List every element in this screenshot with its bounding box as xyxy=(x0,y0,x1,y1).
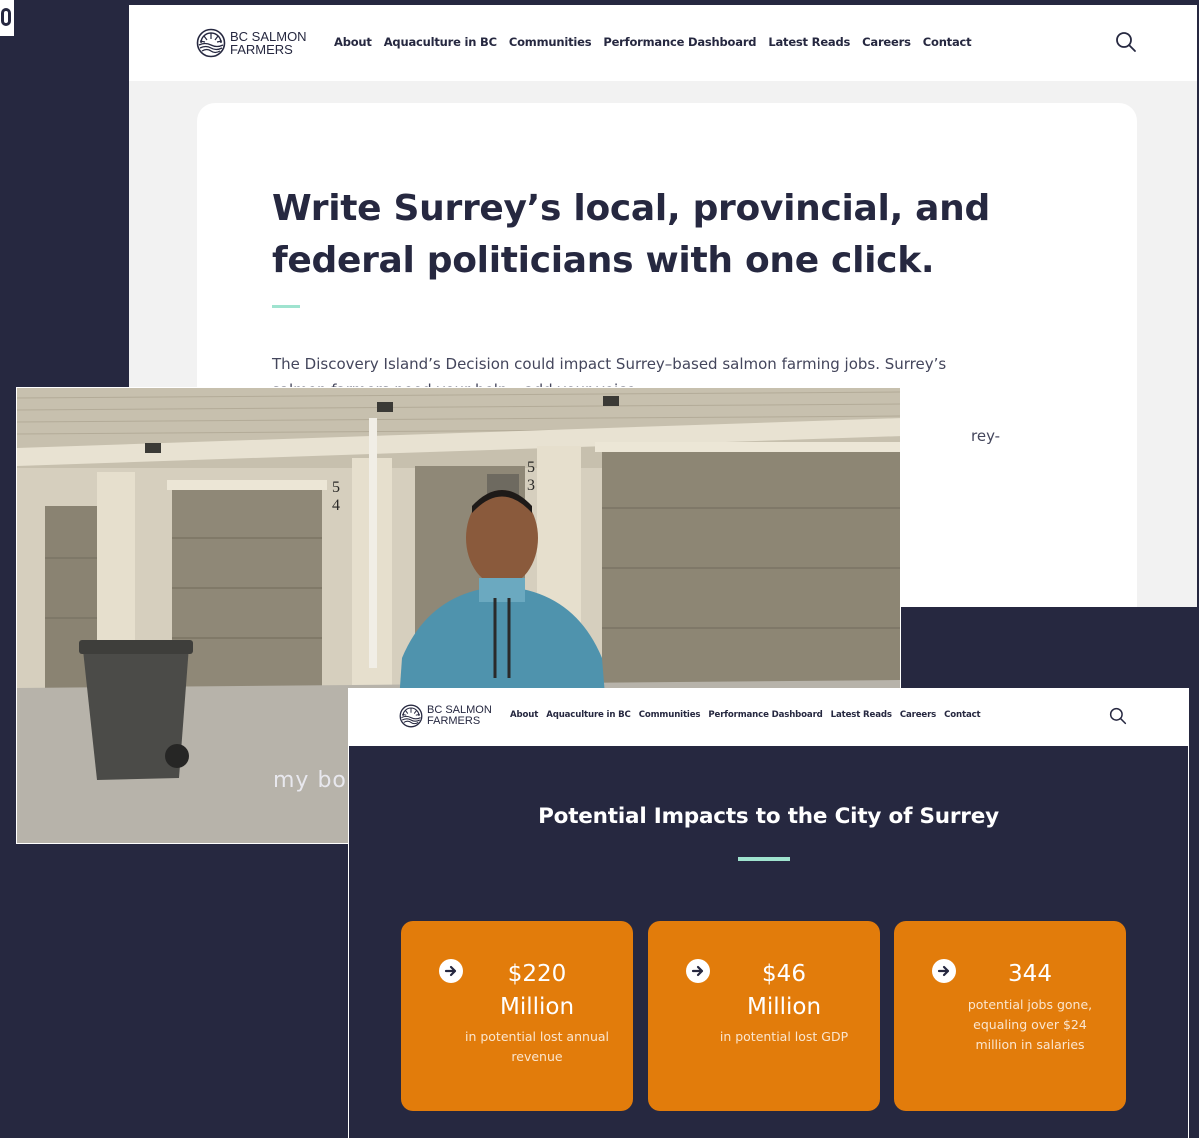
search-button[interactable] xyxy=(1109,707,1127,729)
nav-item-contact[interactable]: Contact xyxy=(923,35,972,49)
site-header: BC SALMON FARMERS About Aquaculture in B… xyxy=(349,688,1188,746)
nav-item-about[interactable]: About xyxy=(510,710,538,720)
main-nav: About Aquaculture in BC Communities Perf… xyxy=(510,710,981,720)
impacts-title: Potential Impacts to the City of Surrey xyxy=(538,804,999,829)
stat-value: 344 xyxy=(954,958,1106,991)
nav-item-communities[interactable]: Communities xyxy=(509,35,592,49)
nav-item-careers[interactable]: Careers xyxy=(900,710,936,720)
arrow-right-circle-icon xyxy=(686,959,710,983)
stat-value-amount: $46 xyxy=(762,961,806,987)
brand-wordmark: BC SALMON FARMERS xyxy=(230,30,307,56)
stat-value: $46 Million xyxy=(708,958,860,1024)
stat-card-jobs[interactable]: 344 potential jobs gone, equaling over $… xyxy=(894,921,1126,1111)
brand-line2: FARMERS xyxy=(427,715,481,727)
stat-description: potential jobs gone, equaling over $24 m… xyxy=(967,997,1093,1052)
salmon-sunrise-logo-icon xyxy=(196,28,226,58)
svg-text:4: 4 xyxy=(332,497,340,514)
svg-text:5: 5 xyxy=(332,479,340,496)
brand-logo[interactable]: BC SALMON FARMERS xyxy=(196,28,307,58)
nav-item-about[interactable]: About xyxy=(334,35,372,49)
nav-item-contact[interactable]: Contact xyxy=(944,710,981,720)
search-icon xyxy=(1109,707,1127,725)
stat-value-amount: $220 xyxy=(507,961,567,987)
stat-description: in potential lost annual revenue xyxy=(464,1029,609,1064)
brand-line2: FARMERS xyxy=(230,42,293,57)
stat-card-revenue[interactable]: $220 Million in potential lost annual re… xyxy=(401,921,633,1111)
search-button[interactable] xyxy=(1115,31,1137,57)
main-nav: About Aquaculture in BC Communities Perf… xyxy=(334,35,972,49)
arrow-right-circle-icon xyxy=(439,959,463,983)
stat-card-gdp[interactable]: $46 Million in potential lost GDP xyxy=(648,921,880,1111)
nav-item-careers[interactable]: Careers xyxy=(862,35,911,49)
accent-divider xyxy=(272,305,300,308)
brand-wordmark: BC SALMON FARMERS xyxy=(427,705,492,727)
stat-value-unit: Million xyxy=(746,994,822,1020)
stat-description: in potential lost GDP xyxy=(719,1029,849,1044)
background-window-fragment xyxy=(0,0,14,36)
stat-value-amount: 344 xyxy=(1008,961,1052,987)
svg-text:5: 5 xyxy=(527,459,535,476)
site-header: BC SALMON FARMERS About Aquaculture in B… xyxy=(129,5,1197,81)
partial-paragraph-text: rey- xyxy=(971,427,1001,445)
nav-item-performance-dashboard[interactable]: Performance Dashboard xyxy=(708,710,822,720)
brand-logo[interactable]: BC SALMON FARMERS xyxy=(399,704,492,728)
nav-item-aquaculture[interactable]: Aquaculture in BC xyxy=(546,710,631,720)
stat-value: $220 Million xyxy=(461,958,613,1024)
stat-value-unit: Million xyxy=(499,994,575,1020)
nav-item-latest-reads[interactable]: Latest Reads xyxy=(768,35,850,49)
svg-text:3: 3 xyxy=(527,477,535,494)
impacts-page-screenshot: BC SALMON FARMERS About Aquaculture in B… xyxy=(348,688,1189,1138)
nav-item-aquaculture[interactable]: Aquaculture in BC xyxy=(384,35,497,49)
nav-item-performance-dashboard[interactable]: Performance Dashboard xyxy=(603,35,756,49)
nav-item-communities[interactable]: Communities xyxy=(639,710,701,720)
accent-divider xyxy=(738,857,790,861)
nav-item-latest-reads[interactable]: Latest Reads xyxy=(831,710,892,720)
page-headline: Write Surrey’s local, provincial, and fe… xyxy=(272,188,990,281)
search-icon xyxy=(1116,32,1136,52)
salmon-sunrise-logo-icon xyxy=(399,704,423,728)
video-caption: my bo xyxy=(273,768,347,793)
arrow-right-circle-icon xyxy=(932,959,956,983)
